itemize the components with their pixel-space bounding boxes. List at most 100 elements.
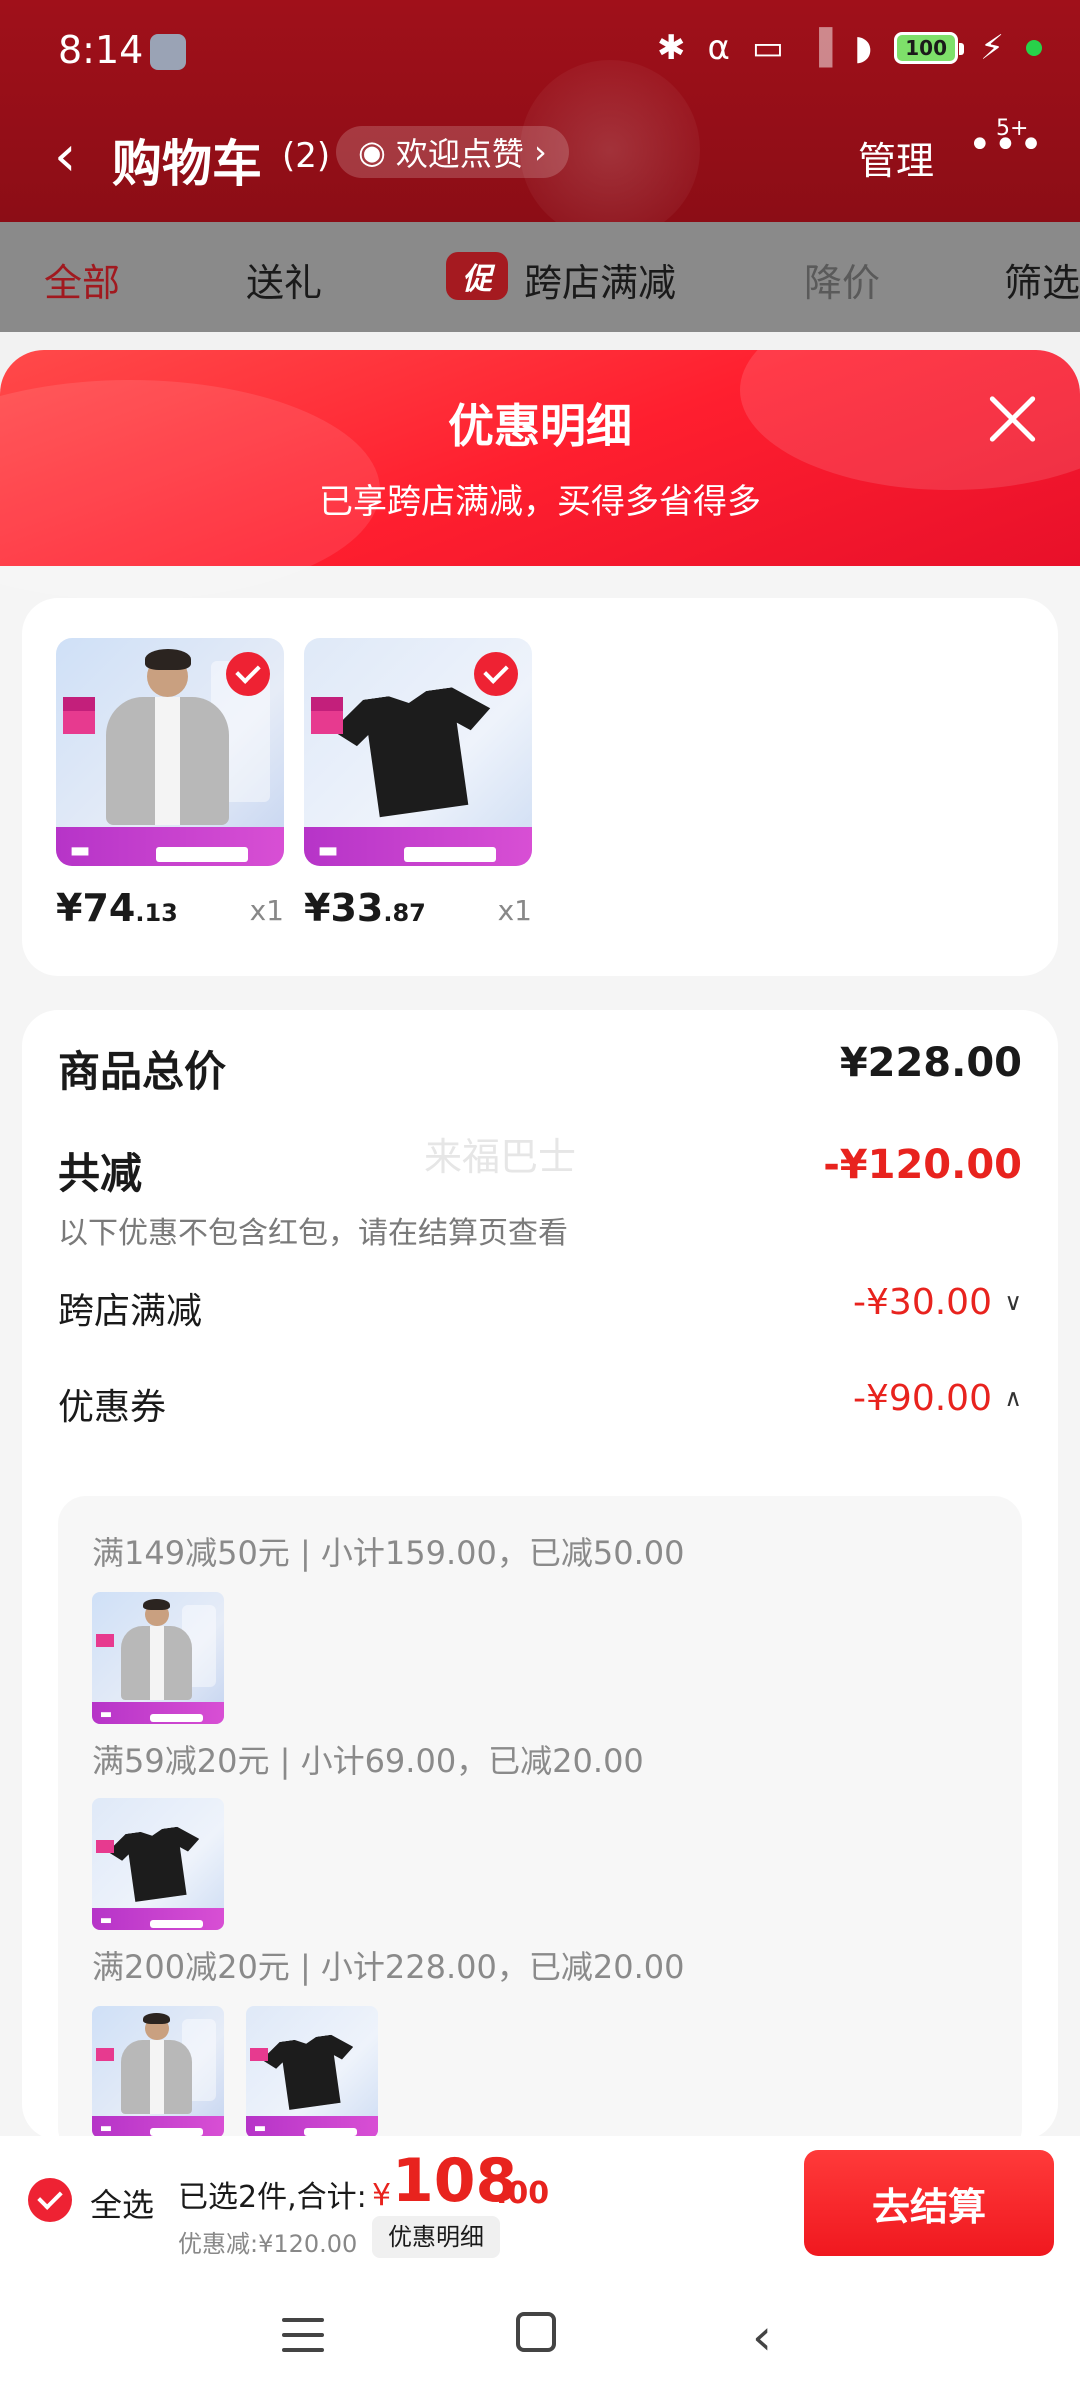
image-price-mark: ▬: [99, 1913, 113, 1929]
image-figure: [106, 697, 230, 825]
total-amount: ¥228.00: [839, 1040, 1022, 1086]
message-badge: 5+: [996, 116, 1029, 141]
discount-amount: -¥120.00: [823, 1142, 1022, 1188]
image-tag: [95, 1634, 115, 1648]
like-label: 欢迎点赞: [395, 135, 524, 173]
checked-icon: [474, 652, 518, 696]
cross-store-amount: -¥30.00: [853, 1282, 992, 1323]
image-price-mark: ▬: [99, 2121, 113, 2136]
status-time: 8:14: [58, 28, 144, 72]
select-all-checkbox[interactable]: [28, 2178, 72, 2222]
eye-icon: ◉: [358, 133, 386, 171]
coupon-breakdown: 满149减50元 | 小计159.00，已减50.00 ▬ 满59减20元 | …: [58, 1496, 1022, 2136]
coupon-label: 优惠券: [58, 1387, 167, 1428]
image-price-mark: [150, 1919, 203, 1928]
goods-item[interactable]: ▬ ¥74.13 x1: [56, 638, 284, 930]
jacket-product-image: ▬: [56, 638, 284, 866]
cart-header: ‹ 购物车 (2) ◉ 欢迎点赞 › 管理 ••• 5+: [0, 110, 1080, 200]
coupon-group-text: 满59减20元 | 小计69.00，已减20.00: [92, 1742, 644, 1780]
image-tag: [62, 697, 95, 711]
battery-level: 100: [905, 36, 947, 60]
image-price-strip: ▬: [56, 827, 284, 866]
coupon-row[interactable]: 优惠券 -¥90.00 ∧: [58, 1378, 1022, 1430]
select-all-label[interactable]: 全选: [90, 2180, 154, 2226]
image-price-strip: ▬: [92, 1907, 224, 1930]
discount-detail-sheet: 优惠明细 已享跨店满减，买得多省得多 ▬ ¥74.13 x1 ▬ ¥33.87 …: [0, 350, 1080, 2136]
home-icon[interactable]: [516, 2312, 556, 2352]
image-tag: [310, 710, 343, 734]
goods-price-dec: .13: [135, 899, 178, 927]
chevron-up-icon: ∧: [1004, 1384, 1022, 1412]
goods-price: ¥74.13: [56, 886, 178, 930]
image-tag: [95, 2048, 115, 2062]
image-figure: [121, 2040, 193, 2115]
sheet-subtitle: 已享跨店满减，买得多省得多: [319, 482, 761, 522]
image-tag: [62, 710, 95, 734]
laptop-icon: ▭: [751, 28, 785, 68]
total-currency: ¥: [372, 2178, 392, 2213]
privacy-dot-icon: [1026, 40, 1042, 56]
system-nav-bar: ‹: [0, 2268, 1080, 2400]
image-price-mark: [150, 1713, 203, 1722]
image-price-strip: ▬: [304, 827, 532, 866]
image-tag: [249, 2048, 269, 2062]
discount-row: 共减 -¥120.00: [58, 1140, 1022, 1201]
goods-qty: x1: [497, 894, 532, 927]
checked-icon: [226, 652, 270, 696]
filter-tabs: 全部 送礼 促 跨店满减 降价 筛选: [0, 222, 1080, 332]
tshirt-product-image: ▬: [246, 2006, 378, 2136]
back-icon[interactable]: ‹: [752, 2308, 772, 2366]
like-pill-button[interactable]: ◉ 欢迎点赞 ›: [336, 126, 569, 178]
image-figure: [144, 649, 191, 670]
image-price-mark: ▬: [317, 837, 339, 863]
sheet-title: 优惠明细: [448, 399, 632, 453]
image-tshirt: [260, 2032, 361, 2113]
promo-tag-icon: 促: [446, 252, 508, 300]
tab-gift[interactable]: 送礼: [246, 252, 322, 307]
goods-price-dec: .87: [383, 899, 426, 927]
image-price-mark: [156, 846, 248, 863]
wifi-icon: ◗: [854, 28, 873, 68]
image-figure: [121, 1626, 193, 1701]
menu-icon[interactable]: [282, 2318, 324, 2352]
image-price-strip: ▬: [92, 1701, 224, 1724]
image-price-strip: ▬: [92, 2115, 224, 2136]
image-price-mark: ▬: [69, 837, 91, 863]
coupon-amount: -¥90.00: [853, 1378, 992, 1419]
image-price-mark: [304, 2127, 357, 2136]
discount-detail-button[interactable]: 优惠明细: [372, 2216, 500, 2258]
coupon-group-text: 满200减20元 | 小计228.00，已减20.00: [92, 1948, 685, 1986]
image-price-mark: ▬: [253, 2121, 267, 2136]
cross-store-row[interactable]: 跨店满减 -¥30.00 ∨: [58, 1282, 1022, 1334]
tshirt-product-image: ▬: [92, 1798, 224, 1930]
status-bar: 8:14 ✱ ⍺ ▭ ▐ ◗ 100 ⚡: [0, 0, 1080, 100]
selected-summary-label: 已选2件,合计:: [178, 2180, 367, 2215]
goods-qty: x1: [249, 894, 284, 927]
checkout-button[interactable]: 去结算: [804, 2150, 1054, 2256]
sheet-header: 优惠明细 已享跨店满减，买得多省得多: [0, 350, 1080, 600]
image-price-strip: ▬: [246, 2115, 378, 2136]
discount-note: 以下优惠不包含红包，请在结算页查看: [58, 1216, 568, 1251]
jacket-product-image: ▬: [92, 1592, 224, 1724]
image-price-mark: [404, 846, 496, 863]
checkout-bar: 全选 已选2件,合计: ¥ 108 .00 优惠减:¥120.00 优惠明细 去…: [0, 2136, 1080, 2268]
total-amount-dec: .00: [496, 2176, 550, 2211]
signal-icon: ▐: [806, 28, 833, 68]
tab-filter[interactable]: 筛选: [1004, 252, 1080, 307]
cross-store-label: 跨店满减: [58, 1291, 203, 1332]
back-chevron-icon[interactable]: ‹: [54, 124, 76, 189]
close-icon[interactable]: [982, 388, 1044, 450]
tab-all[interactable]: 全部: [44, 252, 120, 307]
chevron-down-icon: ∨: [1004, 1288, 1022, 1316]
goods-item[interactable]: ▬ ¥33.87 x1: [304, 638, 532, 930]
silent-icon: ⍺: [707, 28, 730, 68]
tab-price-drop[interactable]: 降价: [804, 252, 880, 307]
image-tag: [310, 697, 343, 711]
image-figure: [143, 2012, 170, 2025]
image-figure: [143, 1598, 170, 1611]
discount-label: 共减: [58, 1149, 143, 1198]
tab-cross-store[interactable]: 跨店满减: [524, 252, 676, 307]
manage-button[interactable]: 管理: [858, 130, 934, 185]
price-detail-card: 来福巴士 商品总价 ¥228.00 共减 -¥120.00 以下优惠不包含红包，…: [22, 1010, 1058, 2136]
goods-price: ¥33.87: [304, 886, 426, 930]
